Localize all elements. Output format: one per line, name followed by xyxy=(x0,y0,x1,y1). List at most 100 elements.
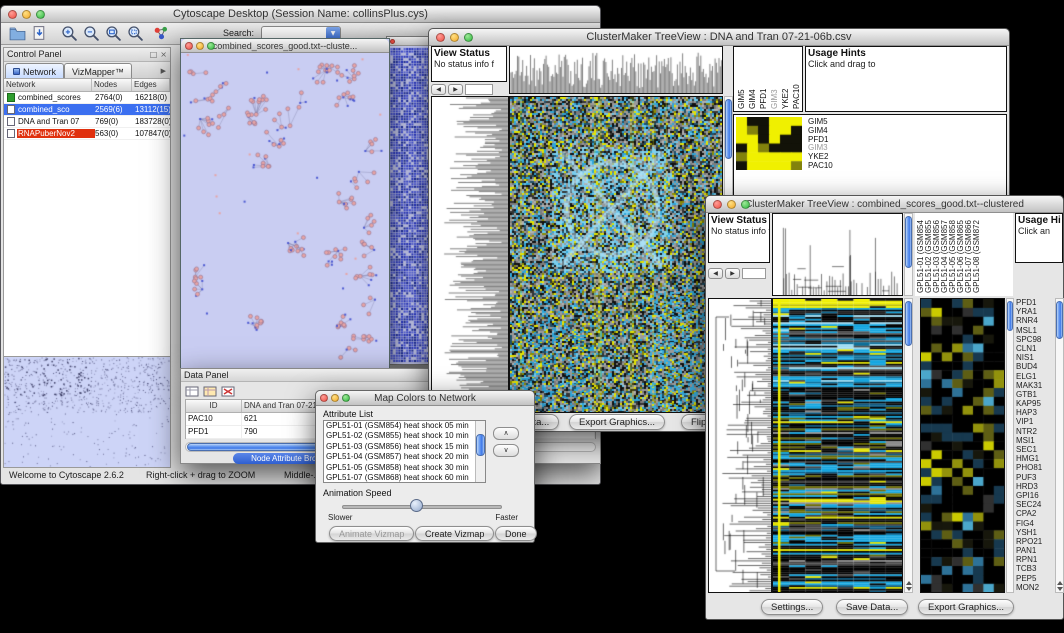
close-icon[interactable] xyxy=(8,10,17,19)
zoom-window-icon[interactable] xyxy=(741,200,750,209)
scrollbar-thumb[interactable] xyxy=(905,216,912,268)
gene-label[interactable]: NIS1 xyxy=(1016,353,1054,362)
close-icon[interactable] xyxy=(185,42,193,50)
heatmap-main[interactable] xyxy=(772,298,903,593)
scrollbar-thumb[interactable] xyxy=(905,301,912,346)
export-graphics-button[interactable]: Export Graphics... xyxy=(918,599,1014,615)
gene-label[interactable]: YRA1 xyxy=(1016,307,1054,316)
gene-label[interactable]: PHO81 xyxy=(1016,463,1054,472)
gene-label[interactable]: PEP5 xyxy=(1016,574,1054,583)
gene-label[interactable]: PFD1 xyxy=(1016,298,1054,307)
close-icon[interactable] xyxy=(713,200,722,209)
gene-label[interactable]: CPA2 xyxy=(1016,509,1054,518)
minimize-icon[interactable] xyxy=(196,42,204,50)
minimize-icon[interactable] xyxy=(331,394,339,402)
gene-label[interactable]: FIG4 xyxy=(1016,519,1054,528)
vertical-scrollbar[interactable] xyxy=(904,213,913,296)
treeview-combined-titlebar[interactable]: ClusterMaker TreeView : combined_scores_… xyxy=(706,196,1063,213)
scroll-up-icon[interactable] xyxy=(906,581,912,585)
nav-field[interactable] xyxy=(465,84,493,95)
scrollbar-thumb[interactable] xyxy=(1056,301,1063,339)
gene-label[interactable]: PUF3 xyxy=(1016,473,1054,482)
next-button[interactable]: ▶ xyxy=(725,268,740,279)
gene-label[interactable]: GTB1 xyxy=(1016,390,1054,399)
gene-label[interactable]: SPC98 xyxy=(1016,335,1054,344)
column-label[interactable]: GIM5 xyxy=(736,49,747,109)
column-header-label[interactable]: GPL51-02 (GSM855 xyxy=(925,215,933,293)
scrollbar-thumb[interactable] xyxy=(1007,301,1013,331)
gene-label[interactable]: GIM4 xyxy=(808,126,833,135)
scroll-down-icon[interactable] xyxy=(1057,587,1063,591)
close-icon[interactable] xyxy=(436,33,445,42)
gene-label[interactable]: GIM3 xyxy=(808,143,833,152)
scroll-up-icon[interactable] xyxy=(1057,581,1063,585)
column-label[interactable]: GIM4 xyxy=(747,49,758,109)
column-label[interactable]: YKE2 xyxy=(780,49,791,109)
column-header-label[interactable]: GPL51-01 (GSM854 xyxy=(917,215,925,293)
close-panel-icon[interactable]: × xyxy=(160,50,167,59)
column-dendrogram-panel[interactable] xyxy=(509,46,723,94)
attribute-list-item[interactable]: GPL51-05 (GSM858) heat shock 30 min xyxy=(324,463,485,473)
tab-network[interactable]: Network xyxy=(5,63,64,78)
attribute-list-item[interactable]: GPL51-03 (GSM856) heat shock 15 min xyxy=(324,442,485,452)
tab-vizmapper[interactable]: VizMapper™ xyxy=(64,63,132,78)
move-up-button[interactable]: ∧ xyxy=(493,427,519,440)
gene-label[interactable]: PAC10 xyxy=(808,161,833,170)
heatmap-main[interactable] xyxy=(509,96,723,413)
network-canvas[interactable] xyxy=(181,53,389,369)
zoom-heatmap[interactable] xyxy=(920,298,1005,593)
minimize-icon[interactable] xyxy=(22,10,31,19)
scrollbar-thumb[interactable] xyxy=(476,434,485,456)
column-header-label[interactable]: GPL51-04 (GSM857 xyxy=(941,215,949,293)
attribute-list-item[interactable]: GPL51-02 (GSM855) heat shock 10 min xyxy=(324,431,485,441)
gene-label[interactable]: KAP95 xyxy=(1016,399,1054,408)
attribute-list-item[interactable]: GPL51-01 (GSM854) heat shock 05 min xyxy=(324,421,485,431)
gene-label[interactable]: VIP1 xyxy=(1016,417,1054,426)
gene-label[interactable]: MAK31 xyxy=(1016,381,1054,390)
row-dendrogram-panel[interactable] xyxy=(708,298,772,593)
network-window-behind-titlebar[interactable] xyxy=(387,37,434,46)
network-table-header[interactable]: Network Nodes Edges xyxy=(4,79,170,92)
import-icon[interactable] xyxy=(31,25,48,42)
treeview-dna-titlebar[interactable]: ClusterMaker TreeView : DNA and Tran 07-… xyxy=(429,29,1009,46)
gene-label[interactable]: RPO21 xyxy=(1016,537,1054,546)
column-label[interactable]: PAC10 xyxy=(791,49,802,109)
attribute-list-item[interactable]: GPL51-07 (GSM868) heat shock 60 min xyxy=(324,473,485,483)
gene-label[interactable]: RNR4 xyxy=(1016,316,1054,325)
zoom-out-icon[interactable] xyxy=(83,25,100,42)
zoom-window-icon[interactable] xyxy=(36,10,45,19)
gene-label[interactable]: ELG1 xyxy=(1016,372,1054,381)
gene-label[interactable]: SEC1 xyxy=(1016,445,1054,454)
create-vizmap-button[interactable]: Create Vizmap xyxy=(415,526,494,541)
save-data-button[interactable]: Save Data... xyxy=(836,599,908,615)
column-header-label[interactable]: GPL51-06 (GSM865 xyxy=(957,215,965,293)
zoom-selected-icon[interactable] xyxy=(127,25,144,42)
slider-thumb[interactable] xyxy=(410,499,423,512)
gene-label[interactable]: GIM5 xyxy=(808,117,833,126)
done-button[interactable]: Done xyxy=(495,526,537,541)
next-button[interactable]: ▶ xyxy=(448,84,463,95)
gene-label[interactable]: BUD4 xyxy=(1016,362,1054,371)
network-overview-thumbnail[interactable] xyxy=(4,356,170,467)
gene-label[interactable]: YSH1 xyxy=(1016,528,1054,537)
scrollbar-thumb[interactable] xyxy=(725,99,732,159)
attribute-list-item[interactable]: GPL51-04 (GSM857) heat shock 20 min xyxy=(324,452,485,462)
row-dendrogram-panel[interactable] xyxy=(431,96,509,413)
gene-label[interactable]: MSL1 xyxy=(1016,326,1054,335)
gene-label[interactable]: HAP3 xyxy=(1016,408,1054,417)
gene-label[interactable]: NTR2 xyxy=(1016,427,1054,436)
gene-label[interactable]: PFD1 xyxy=(808,135,833,144)
scroll-down-icon[interactable] xyxy=(906,587,912,591)
attribute-list[interactable]: GPL51-01 (GSM854) heat shock 05 minGPL51… xyxy=(323,420,486,483)
open-session-icon[interactable] xyxy=(9,25,26,42)
gene-label[interactable]: HRD3 xyxy=(1016,482,1054,491)
tab-overflow-icon[interactable]: ▶ xyxy=(158,67,169,75)
map-colors-titlebar[interactable]: Map Colors to Network xyxy=(316,391,534,406)
minimize-icon[interactable] xyxy=(450,33,459,42)
network-annotation-icon[interactable] xyxy=(153,25,170,42)
zoom-window-icon[interactable] xyxy=(464,33,473,42)
close-icon[interactable] xyxy=(390,39,395,44)
list-scrollbar[interactable] xyxy=(475,421,485,482)
animate-vizmap-button[interactable]: Animate Vizmap xyxy=(329,526,414,541)
column-dendrogram-panel[interactable] xyxy=(772,213,903,296)
